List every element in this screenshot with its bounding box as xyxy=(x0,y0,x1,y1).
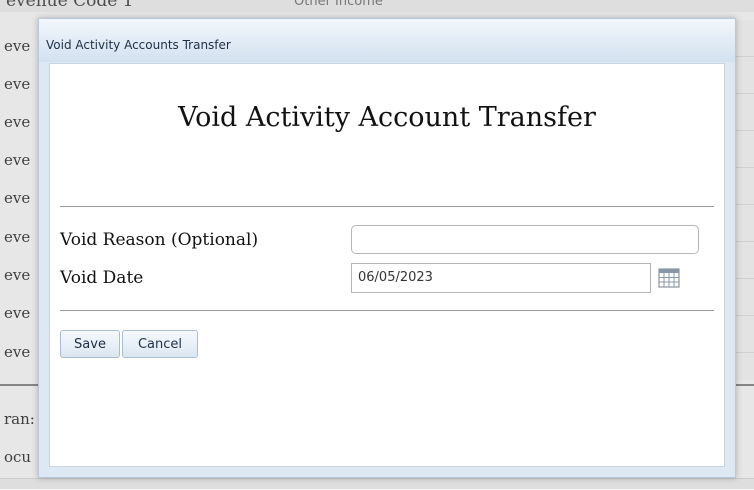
dialog-content: Void Activity Account Transfer Void Reas… xyxy=(49,63,725,467)
void-date-label: Void Date xyxy=(60,268,144,288)
void-date-input[interactable]: 06/05/2023 xyxy=(351,263,651,293)
dialog-title: Void Activity Accounts Transfer xyxy=(46,38,231,52)
divider xyxy=(60,310,714,311)
cancel-button[interactable]: Cancel xyxy=(122,330,198,358)
dialog-titlebar[interactable]: Void Activity Accounts Transfer xyxy=(39,19,735,62)
void-reason-input[interactable] xyxy=(351,225,699,254)
void-reason-label: Void Reason (Optional) xyxy=(60,230,259,250)
save-button[interactable]: Save xyxy=(60,330,120,358)
divider xyxy=(60,206,714,207)
void-transfer-dialog: Void Activity Accounts Transfer Void Act… xyxy=(38,18,736,478)
calendar-icon[interactable] xyxy=(658,268,680,288)
page-title: Void Activity Account Transfer xyxy=(178,102,596,133)
